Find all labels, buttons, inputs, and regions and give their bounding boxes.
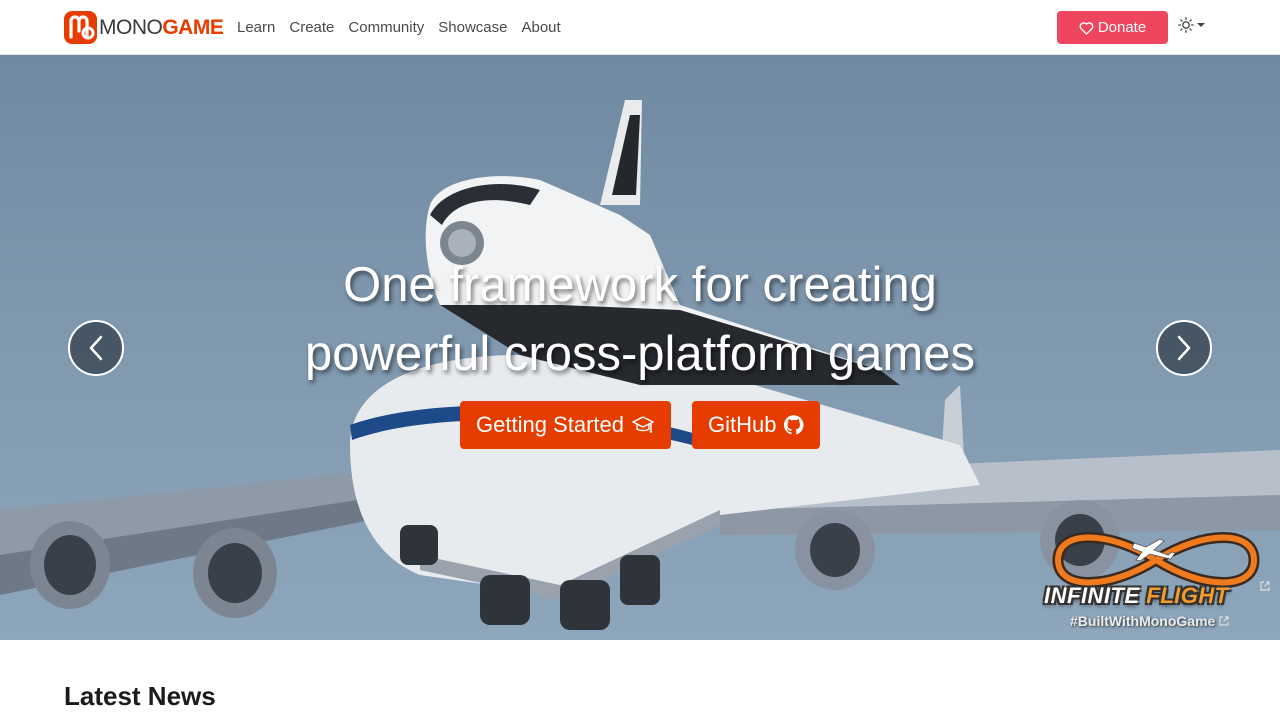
chevron-right-icon bbox=[1177, 335, 1191, 361]
chevron-left-icon bbox=[89, 335, 103, 361]
showcase-hashtag: #BuiltWithMonoGame bbox=[1070, 613, 1229, 629]
heart-icon bbox=[1079, 21, 1094, 35]
donate-button[interactable]: Donate bbox=[1057, 11, 1168, 44]
showcase-title-part1: INFINITE bbox=[1044, 583, 1147, 608]
carousel-next-button[interactable] bbox=[1156, 320, 1212, 376]
main-nav: Learn Create Community Showcase About bbox=[230, 0, 568, 55]
sun-icon bbox=[1178, 17, 1194, 33]
showcase-game-link[interactable]: INFINITE FLIGHT #BuiltWithMonoGame bbox=[1038, 525, 1273, 635]
nav-link-showcase[interactable]: Showcase bbox=[431, 19, 514, 36]
carousel-prev-button[interactable] bbox=[68, 320, 124, 376]
donate-label: Donate bbox=[1097, 19, 1147, 36]
nav-link-learn[interactable]: Learn bbox=[230, 19, 282, 36]
showcase-game-title: INFINITE FLIGHT bbox=[1044, 583, 1229, 609]
brand-game-text: GAME bbox=[162, 16, 224, 39]
chevron-down-icon bbox=[1197, 23, 1205, 27]
top-navbar: MONOGAME Learn Create Community Showcase… bbox=[0, 0, 1280, 55]
brand-logo-link[interactable]: MONOGAME bbox=[64, 11, 224, 44]
monogame-logo-icon bbox=[64, 11, 97, 44]
github-button[interactable]: GitHub bbox=[692, 401, 820, 449]
hero-headline-line1: One framework for creating bbox=[343, 258, 937, 312]
nav-link-community[interactable]: Community bbox=[341, 19, 431, 36]
nav-link-create[interactable]: Create bbox=[282, 19, 341, 36]
external-link-icon bbox=[1260, 581, 1270, 591]
hero-headline: One framework for creating powerful cros… bbox=[240, 251, 1040, 389]
hero-carousel: One framework for creating powerful cros… bbox=[0, 55, 1280, 640]
hero-headline-line2: powerful cross-platform games bbox=[305, 327, 975, 381]
external-link-icon bbox=[1219, 616, 1229, 626]
getting-started-button[interactable]: Getting Started bbox=[460, 401, 671, 449]
brand-wordmark: MONOGAME bbox=[99, 16, 224, 39]
github-icon bbox=[784, 415, 804, 435]
getting-started-label: Getting Started bbox=[476, 412, 624, 437]
github-label: GitHub bbox=[708, 412, 777, 437]
graduation-cap-icon bbox=[632, 416, 654, 433]
showcase-title-part2: FLIGHT bbox=[1146, 583, 1229, 608]
showcase-hashtag-text: #BuiltWithMonoGame bbox=[1070, 613, 1216, 629]
theme-toggle-dropdown[interactable] bbox=[1178, 17, 1205, 33]
brand-mono-text: MONO bbox=[99, 16, 163, 39]
latest-news-heading: Latest News bbox=[64, 681, 216, 711]
nav-link-about[interactable]: About bbox=[514, 19, 567, 36]
